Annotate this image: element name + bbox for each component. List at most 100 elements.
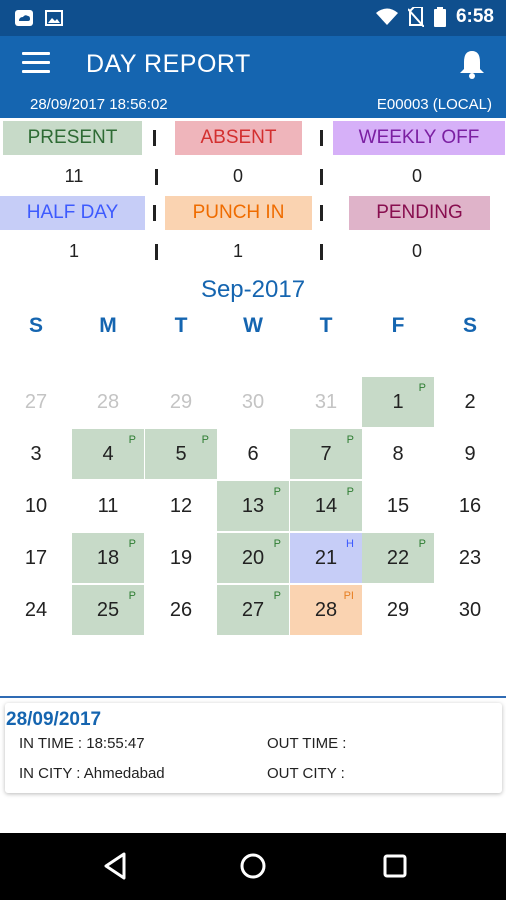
calendar-day[interactable]: 2: [434, 377, 506, 427]
day-number: 28: [314, 599, 338, 621]
calendar-day[interactable]: 17: [0, 533, 72, 583]
day-number: 25: [96, 599, 120, 621]
day-number: 9: [464, 443, 476, 465]
weekly-off-count: 0: [411, 166, 422, 186]
calendar-day[interactable]: 16: [434, 481, 506, 531]
detail-date: 28/09/2017: [6, 709, 102, 730]
separator: [153, 205, 156, 221]
day-number: 12: [169, 495, 193, 517]
separator: [155, 169, 158, 185]
day-number: 22: [386, 547, 410, 569]
weekly-off-pill[interactable]: WEEKLY OFF: [333, 121, 505, 155]
day-number: 8: [392, 443, 404, 465]
separator: [155, 244, 158, 260]
calendar-day: 30: [217, 377, 289, 427]
no-sim-icon: [407, 7, 424, 27]
day-number: 29: [169, 391, 193, 413]
calendar-day[interactable]: 26: [145, 585, 217, 635]
recents-icon[interactable]: [380, 851, 410, 881]
day-number: 20: [241, 547, 265, 569]
weekday-label: F: [391, 314, 405, 337]
day-number: 11: [97, 495, 119, 517]
status-tag: P: [418, 538, 426, 550]
status-tag: P: [273, 590, 281, 602]
back-icon[interactable]: [100, 851, 130, 881]
status-tag: P: [128, 434, 136, 446]
status-tag: H: [346, 538, 354, 550]
day-number: 1: [392, 391, 404, 413]
battery-icon: [433, 7, 446, 27]
separator: [320, 130, 323, 146]
calendar-day[interactable]: 27 P: [217, 585, 289, 635]
menu-icon[interactable]: [22, 52, 50, 76]
day-number: 15: [386, 495, 410, 517]
weekday-label: S: [28, 314, 43, 337]
divider: [0, 696, 506, 698]
half-day-count: 1: [68, 241, 79, 261]
calendar-day[interactable]: 8: [362, 429, 434, 479]
present-pill[interactable]: PRESENT: [3, 121, 142, 155]
calendar-day[interactable]: 12: [145, 481, 217, 531]
day-number: 24: [24, 599, 48, 621]
day-number: 13: [241, 495, 265, 517]
calendar-day[interactable]: 25 P: [72, 585, 144, 635]
calendar-month-title[interactable]: Sep-2017: [0, 276, 506, 304]
bell-icon[interactable]: [456, 48, 488, 80]
punch-in-count: 1: [232, 241, 243, 261]
calendar-day[interactable]: 3: [0, 429, 72, 479]
calendar-day: 27: [0, 377, 72, 427]
out-time: OUT TIME :: [267, 735, 347, 752]
calendar-day[interactable]: 5P: [145, 429, 217, 479]
in-city: IN CITY : Ahmedabad: [19, 765, 165, 782]
day-number: 16: [458, 495, 482, 517]
status-tag: P: [128, 538, 136, 550]
day-detail-card: 28/09/2017 IN TIME : 18:55:47 OUT TIME :…: [5, 703, 502, 793]
weekday-label: W: [243, 314, 263, 337]
day-number: 30: [241, 391, 265, 413]
day-number: 18: [96, 547, 120, 569]
status-tag: P: [346, 486, 354, 498]
in-time: IN TIME : 18:55:47: [19, 735, 145, 752]
calendar-day[interactable]: 23: [434, 533, 506, 583]
day-number: 28: [96, 391, 120, 413]
absent-pill[interactable]: ABSENT: [175, 121, 302, 155]
status-tag: P: [273, 538, 281, 550]
out-city: OUT CITY :: [267, 765, 345, 782]
pending-count: 0: [411, 241, 422, 261]
weekday-label: M: [99, 314, 117, 337]
calendar-day[interactable]: 9: [434, 429, 506, 479]
day-number: 31: [314, 391, 338, 413]
wifi-icon: [375, 8, 398, 25]
day-number: 27: [241, 599, 265, 621]
calendar-day[interactable]: 10: [0, 481, 72, 531]
weekday-label: S: [462, 314, 477, 337]
day-number: 30: [458, 599, 482, 621]
calendar-day[interactable]: 24: [0, 585, 72, 635]
home-icon[interactable]: [238, 851, 268, 881]
punch-in-pill[interactable]: PUNCH IN: [165, 196, 312, 230]
system-nav-bar: [0, 833, 506, 900]
absent-count: 0: [232, 166, 243, 186]
clock: 6:58: [455, 6, 494, 27]
calendar-day[interactable]: 22 P: [362, 533, 434, 583]
app-bar: DAY REPORT: [0, 36, 506, 92]
day-number: 10: [24, 495, 48, 517]
calendar-day[interactable]: 19: [145, 533, 217, 583]
calendar-day[interactable]: 29: [362, 585, 434, 635]
day-number: 17: [24, 547, 48, 569]
page-title: DAY REPORT: [86, 50, 251, 78]
day-number: 4: [102, 443, 114, 465]
calendar-day[interactable]: 28 PI: [290, 585, 362, 635]
separator: [320, 205, 323, 221]
day-number: 29: [386, 599, 410, 621]
employee-code: E00003 (LOCAL): [376, 96, 492, 113]
pending-pill[interactable]: PENDING: [349, 196, 490, 230]
half-day-pill[interactable]: HALF DAY: [0, 196, 145, 230]
day-number: 23: [458, 547, 482, 569]
day-number: 3: [30, 443, 42, 465]
calendar-day[interactable]: 4P: [72, 429, 144, 479]
day-number: 27: [24, 391, 48, 413]
calendar-day[interactable]: 1P: [362, 377, 434, 427]
calendar-day[interactable]: 30: [434, 585, 506, 635]
status-tag: PI: [343, 590, 354, 602]
